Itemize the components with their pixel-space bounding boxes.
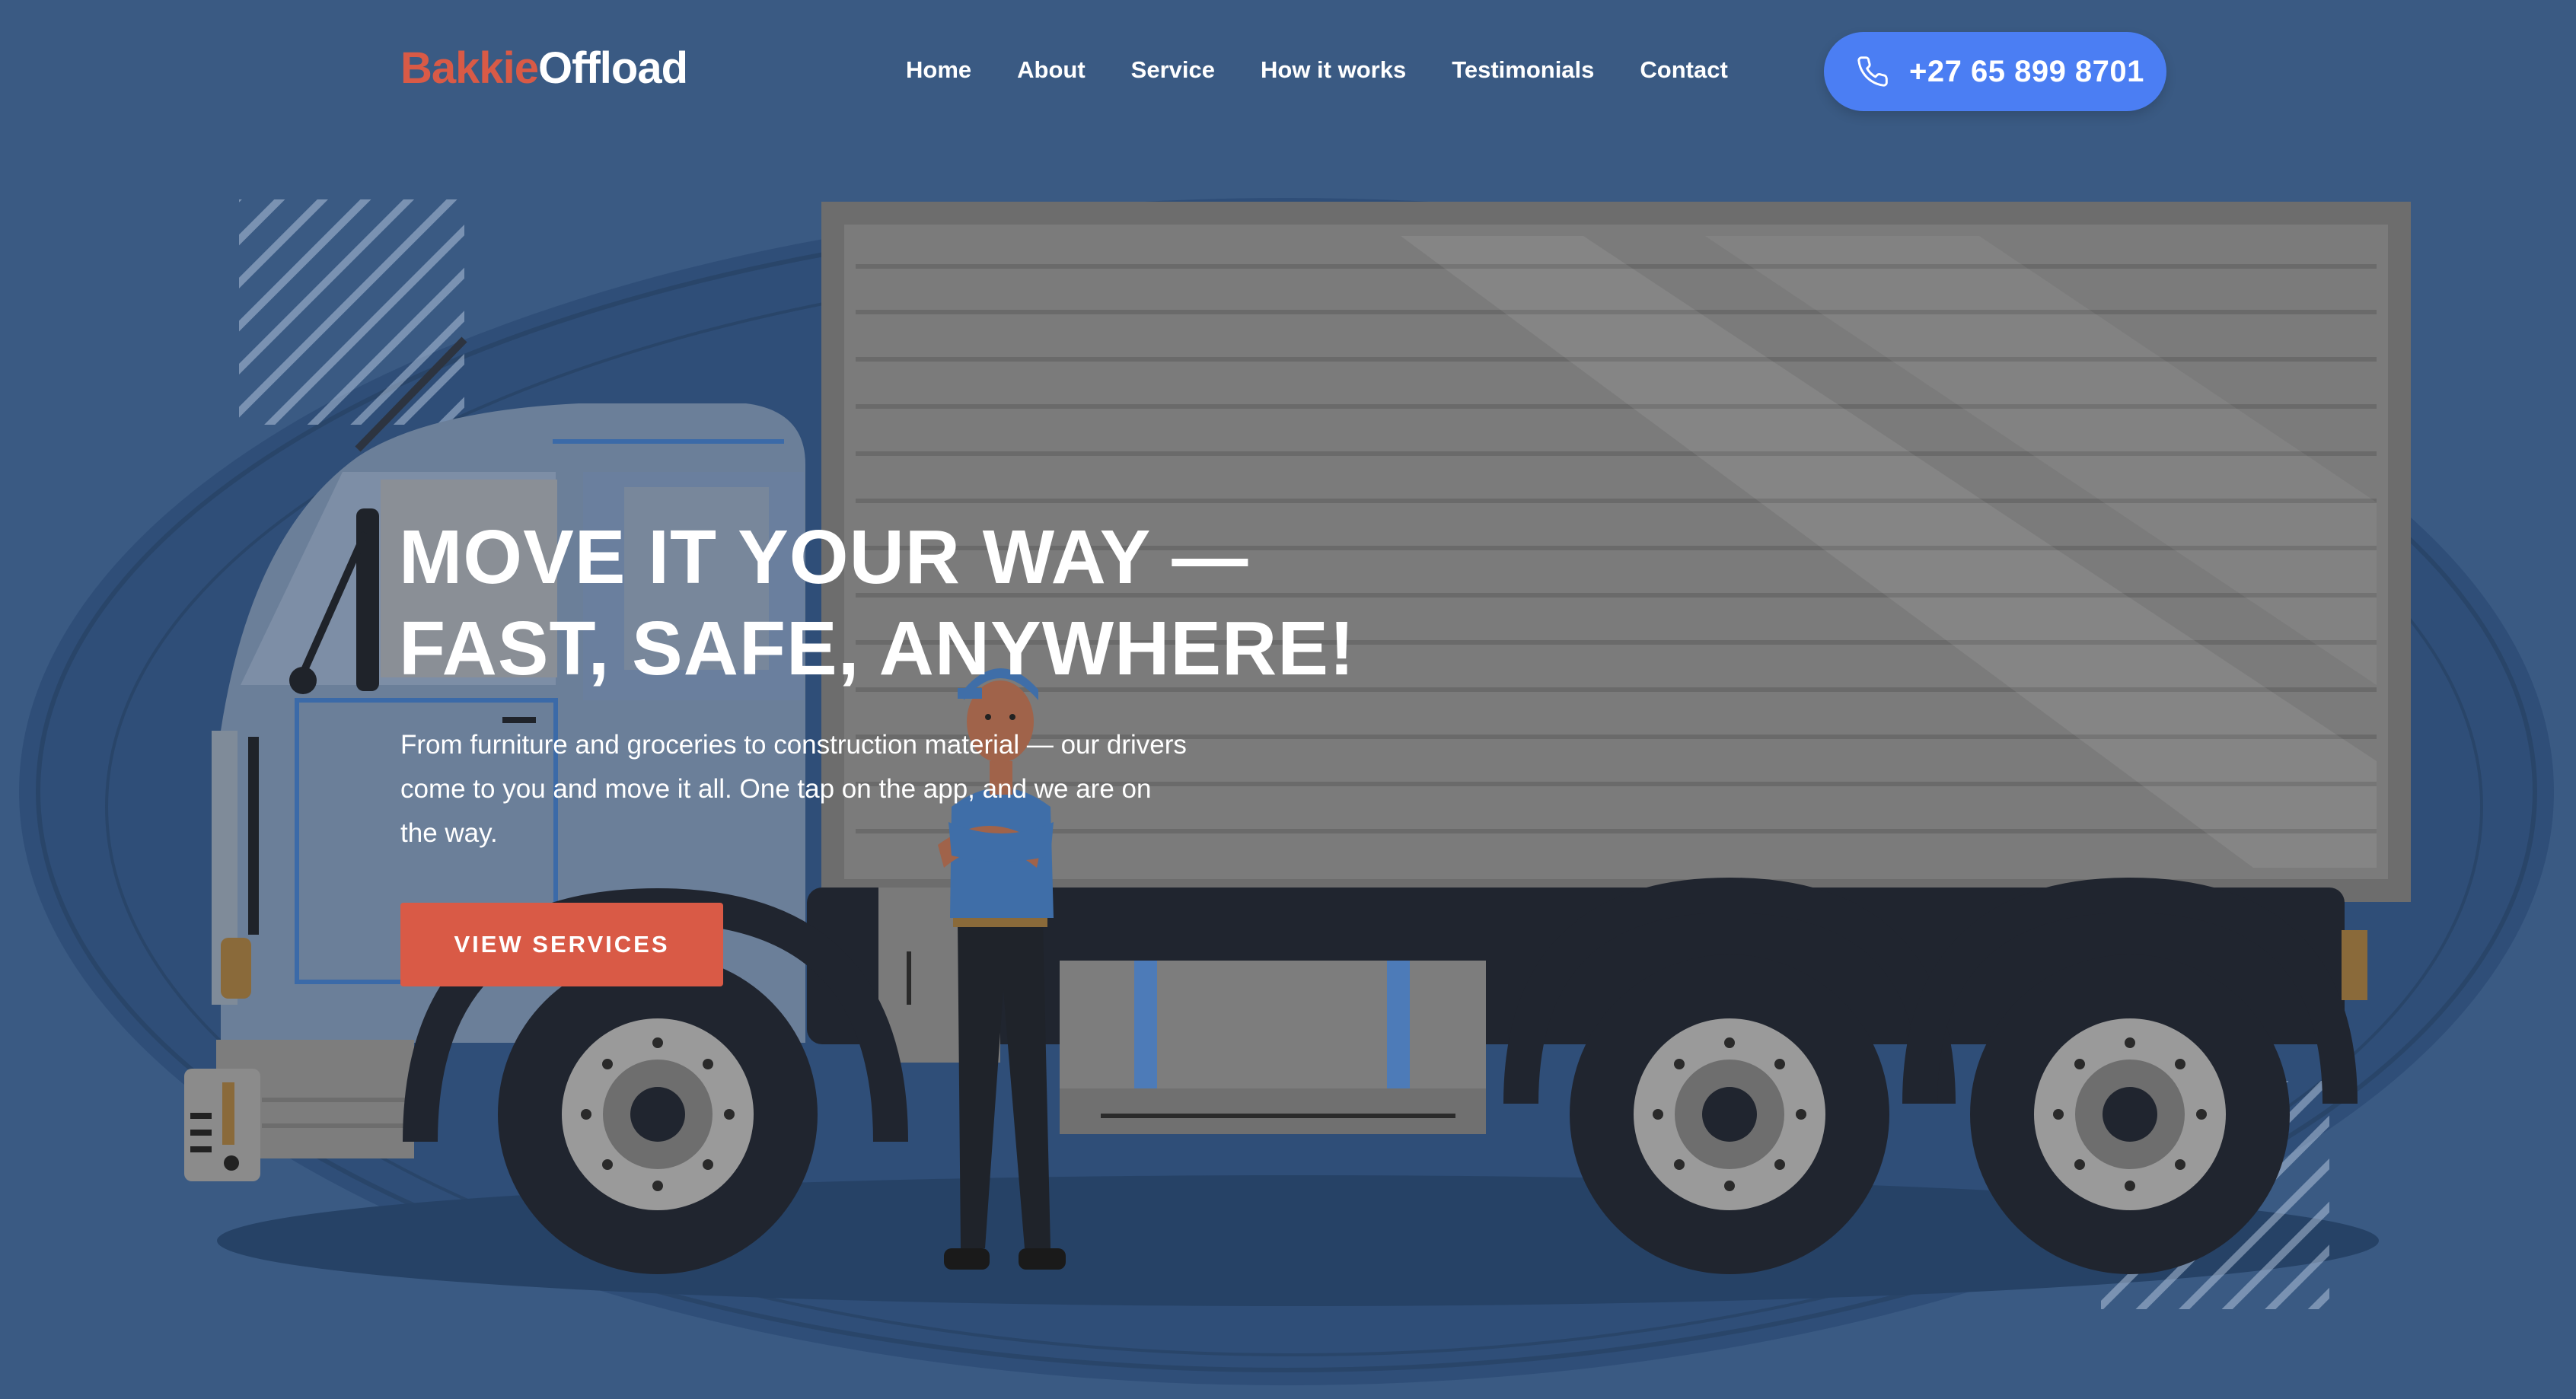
phone-call-button[interactable]: +27 65 899 8701 bbox=[1824, 32, 2166, 111]
hero-illustration bbox=[19, 198, 2554, 1385]
phone-number: +27 65 899 8701 bbox=[1909, 54, 2144, 88]
brand-name-part1: Bakkie bbox=[400, 43, 539, 93]
nav-link-contact[interactable]: Contact bbox=[1640, 56, 1727, 84]
hero-headline-line2: FAST, SAFE, ANYWHERE! bbox=[399, 606, 1356, 691]
brand-logo[interactable]: BakkieOffload bbox=[400, 43, 688, 94]
top-navigation: BakkieOffload Home About Service How it … bbox=[0, 0, 2576, 145]
hero-section: BakkieOffload Home About Service How it … bbox=[0, 0, 2576, 1399]
phone-icon bbox=[1850, 49, 1895, 94]
hero-headline-line1: MOVE IT YOUR WAY — bbox=[399, 515, 1249, 600]
hero-headline: MOVE IT YOUR WAY — FAST, SAFE, ANYWHERE! bbox=[399, 511, 1355, 694]
view-services-button[interactable]: VIEW SERVICES bbox=[400, 903, 723, 986]
hero-description: From furniture and groceries to construc… bbox=[400, 730, 1187, 848]
nav-link-testimonials[interactable]: Testimonials bbox=[1452, 56, 1594, 84]
nav-link-about[interactable]: About bbox=[1017, 56, 1086, 84]
nav-link-home[interactable]: Home bbox=[906, 56, 971, 84]
nav-link-service[interactable]: Service bbox=[1131, 56, 1215, 84]
nav-link-how-it-works[interactable]: How it works bbox=[1261, 56, 1406, 84]
brand-name-part2: Offload bbox=[538, 43, 688, 93]
nav-menu: Home About Service How it works Testimon… bbox=[906, 56, 1774, 84]
